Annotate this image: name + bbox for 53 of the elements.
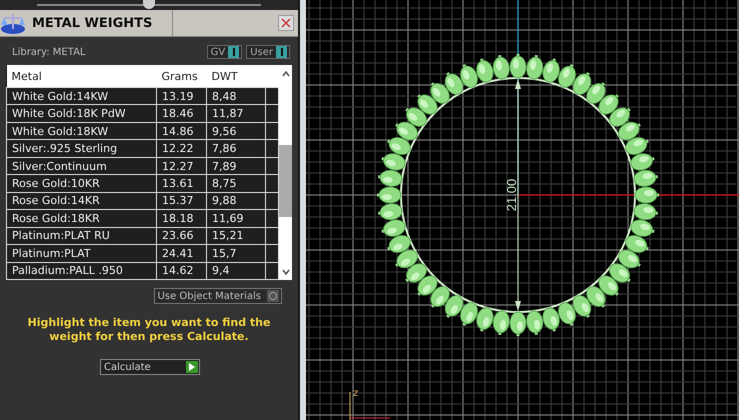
table-cell[interactable]: 23.66 xyxy=(156,227,206,245)
table-cell[interactable]: Rose Gold:18KR xyxy=(6,210,156,228)
scrollbar[interactable] xyxy=(279,65,292,280)
table-cell[interactable]: 11,87 xyxy=(206,104,266,122)
table-cell[interactable]: 14.86 xyxy=(156,122,206,140)
scrollbar-thumb[interactable] xyxy=(279,145,292,217)
column-header[interactable]: Metal xyxy=(6,65,156,88)
table-cell[interactable]: Rose Gold:14KR xyxy=(6,192,156,210)
table-cell[interactable]: 18.18 xyxy=(156,210,206,228)
toggle-button[interactable]: User xyxy=(246,45,290,59)
scroll-down-icon[interactable] xyxy=(280,267,290,277)
table-cell[interactable]: Platinum:PLAT xyxy=(6,244,156,262)
axis-label: z xyxy=(353,388,358,399)
table-cell[interactable]: Rose Gold:10KR xyxy=(6,174,156,192)
slider-thumb[interactable] xyxy=(143,0,155,9)
table-cell[interactable]: 18.46 xyxy=(156,104,206,122)
column-header[interactable]: Grams xyxy=(156,65,206,88)
library-label: Library: METAL xyxy=(12,46,86,58)
instruction-text: Highlight the item you want to find the weight for then press Calculate. xyxy=(26,316,272,344)
dimension-label: 21.00 xyxy=(504,178,519,212)
play-icon[interactable] xyxy=(186,361,198,373)
toggle-button[interactable]: GV xyxy=(206,45,242,59)
table-cell[interactable]: 7,89 xyxy=(206,157,266,175)
table-cell[interactable]: 9,56 xyxy=(206,122,266,140)
table-cell[interactable]: White Gold:18KW xyxy=(6,122,156,140)
close-icon[interactable] xyxy=(278,15,294,31)
panel-title: METAL WEIGHTS xyxy=(26,10,173,36)
table-cell[interactable]: 13.61 xyxy=(156,174,206,192)
table-cell[interactable]: 7,86 xyxy=(206,140,266,158)
use-object-materials-button[interactable]: Use Object Materials xyxy=(154,288,282,304)
table-cell[interactable]: 11,69 xyxy=(206,210,266,228)
table-cell[interactable]: 8,48 xyxy=(206,88,266,105)
table-cell[interactable]: Silver:.925 Sterling xyxy=(6,140,156,158)
table-cell[interactable]: 13.19 xyxy=(156,88,206,105)
table-cell[interactable]: Silver:Continuum xyxy=(6,157,156,175)
table-cell[interactable]: Palladium:PALL .950 xyxy=(6,262,156,280)
table-cell[interactable]: 14.62 xyxy=(156,262,206,280)
table-cell[interactable]: 15.37 xyxy=(156,192,206,210)
table-cell[interactable]: 24.41 xyxy=(156,244,206,262)
table-cell[interactable]: Platinum:PLAT RU xyxy=(6,227,156,245)
scroll-up-icon[interactable] xyxy=(280,69,290,79)
table-cell[interactable]: 12.27 xyxy=(156,157,206,175)
table-cell[interactable]: 9,88 xyxy=(206,192,266,210)
table-cell[interactable]: 15,21 xyxy=(206,227,266,245)
table-cell[interactable]: 15,7 xyxy=(206,244,266,262)
table-cell[interactable]: 8,75 xyxy=(206,174,266,192)
calculate-dropdown[interactable]: Calculate xyxy=(100,359,200,375)
table-cell[interactable]: White Gold:14KW xyxy=(6,88,156,105)
table-cell[interactable]: 12.22 xyxy=(156,140,206,158)
axis-indicator-icon xyxy=(350,392,390,420)
table-cell[interactable]: White Gold:18K PdW xyxy=(6,104,156,122)
column-header[interactable]: DWT xyxy=(206,65,266,88)
table-cell[interactable]: 9,4 xyxy=(206,262,266,280)
